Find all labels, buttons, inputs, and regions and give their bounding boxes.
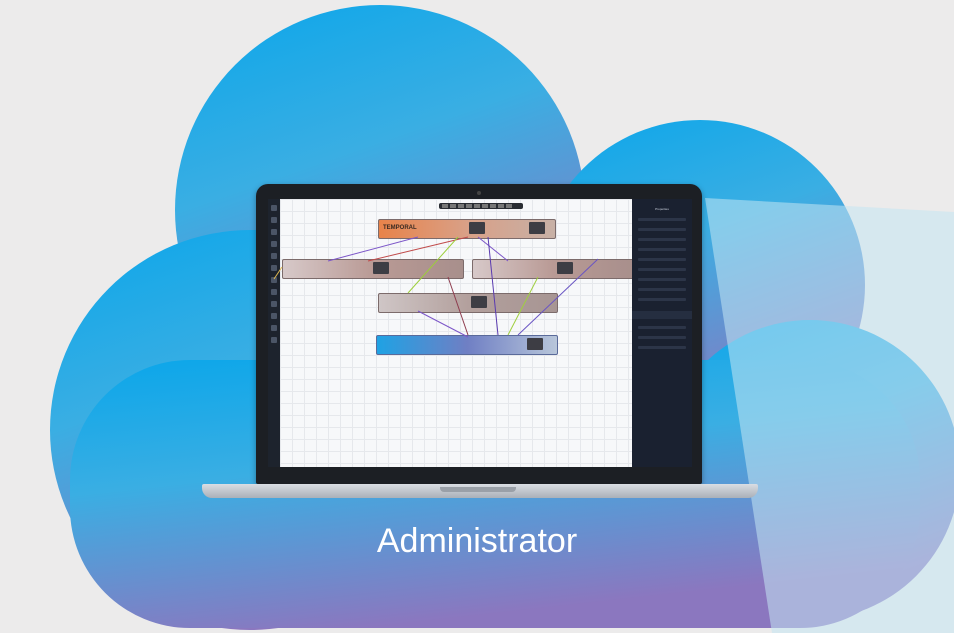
panel-field[interactable] bbox=[638, 346, 686, 349]
laptop-notch bbox=[440, 487, 516, 492]
administrator-label: Administrator bbox=[376, 522, 578, 560]
panel-field[interactable] bbox=[638, 336, 686, 339]
properties-panel: Properties bbox=[632, 199, 692, 467]
panel-field[interactable] bbox=[638, 298, 686, 301]
camera-icon bbox=[477, 191, 481, 195]
node-connections bbox=[273, 236, 599, 338]
panel-field[interactable] bbox=[638, 248, 686, 251]
panel-field[interactable] bbox=[638, 268, 686, 271]
panel-field[interactable] bbox=[638, 326, 686, 329]
panel-field[interactable] bbox=[638, 238, 686, 241]
laptop-screen: TEMPORAL Properties bbox=[268, 199, 692, 467]
panel-field[interactable] bbox=[638, 228, 686, 231]
panel-field[interactable] bbox=[638, 278, 686, 281]
panel-field[interactable] bbox=[638, 288, 686, 291]
panel-field[interactable] bbox=[638, 258, 686, 261]
panel-title: Properties bbox=[655, 207, 669, 211]
panel-field[interactable] bbox=[638, 218, 686, 221]
panel-divider bbox=[632, 311, 692, 319]
